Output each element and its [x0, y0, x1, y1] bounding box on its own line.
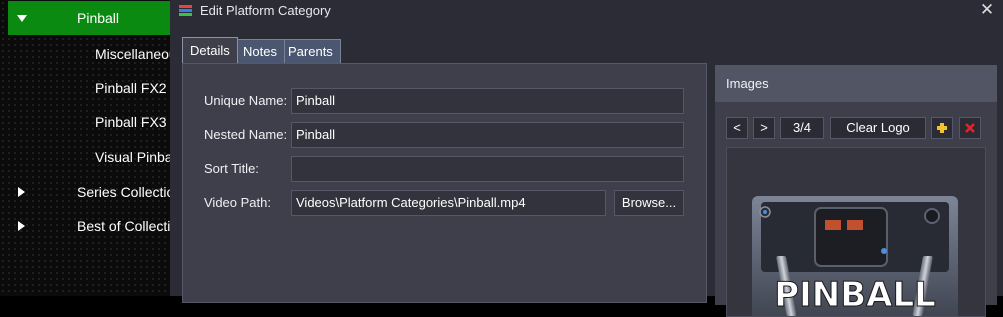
close-button[interactable]: ✕ [977, 0, 997, 20]
tab-parents[interactable]: Parents [280, 39, 341, 63]
tree-item-visual-pinball[interactable]: Visual Pinball [0, 140, 170, 174]
tab-details[interactable]: Details [182, 37, 238, 64]
chevron-right-icon[interactable] [18, 187, 25, 197]
tree-item-label: Best of Collections [77, 218, 170, 234]
previous-image-button[interactable]: < [726, 117, 748, 139]
remove-icon [965, 123, 975, 133]
images-header: Images [715, 65, 997, 102]
chevron-down-icon[interactable] [17, 15, 27, 22]
nested-name-label: Nested Name: [204, 127, 288, 142]
tree-item-miscellaneous[interactable]: Miscellaneous [0, 37, 170, 71]
unique-name-field[interactable]: Pinball [291, 88, 684, 114]
video-path-field[interactable]: Videos\Platform Categories\Pinball.mp4 [291, 190, 606, 216]
tree-item-label: Pinball [77, 10, 120, 26]
tree-item-label: Series Collections [77, 184, 170, 200]
next-image-button[interactable]: > [753, 117, 775, 139]
pinball-logo-text: PINBALL [774, 275, 936, 315]
image-preview: PINBALL [726, 147, 986, 317]
browse-button[interactable]: Browse... [614, 190, 684, 216]
remove-image-button[interactable] [959, 117, 981, 139]
tree-item-label: Visual Pinball [95, 149, 170, 165]
tree-item-label: Pinball FX2 [95, 80, 167, 96]
tree-item-pinball[interactable]: Pinball [8, 1, 170, 35]
details-panel: Unique Name: Pinball Nested Name: Pinbal… [182, 63, 707, 303]
title-bar[interactable]: Edit Platform Category ✕ [170, 0, 1003, 22]
chevron-right-icon[interactable] [18, 221, 25, 231]
tree-item-best-of-collections[interactable]: Best of Collections [0, 209, 170, 243]
video-path-label: Video Path: [204, 195, 271, 210]
images-panel: Images < > 3/4 Clear Logo PINBALL [715, 65, 997, 317]
sort-title-field[interactable] [291, 156, 684, 182]
tree-item-series-collections[interactable]: Series Collections [0, 175, 170, 209]
close-icon: ✕ [979, 0, 995, 19]
tree-item-pinball-fx2[interactable]: Pinball FX2 [0, 71, 170, 105]
dialog-title: Edit Platform Category [200, 3, 331, 18]
pinball-logo-image: PINBALL [752, 196, 958, 316]
image-counter: 3/4 [780, 117, 824, 139]
tree-item-label: Pinball FX3 [95, 114, 167, 130]
tree-item-pinball-fx3[interactable]: Pinball FX3 [0, 105, 170, 139]
edit-platform-category-dialog: Edit Platform Category ✕ Parents Notes D… [170, 0, 1003, 317]
tree-item-label: Miscellaneous [95, 46, 170, 62]
sort-title-label: Sort Title: [204, 161, 259, 176]
plus-icon [937, 123, 947, 133]
nested-name-field[interactable]: Pinball [291, 122, 684, 148]
add-image-button[interactable] [931, 117, 953, 139]
tab-notes[interactable]: Notes [235, 39, 285, 63]
app-icon [179, 5, 192, 17]
category-tree: Pinball Miscellaneous Pinball FX2 Pinbal… [0, 0, 170, 296]
unique-name-label: Unique Name: [204, 93, 288, 108]
clear-logo-button[interactable]: Clear Logo [830, 117, 926, 139]
